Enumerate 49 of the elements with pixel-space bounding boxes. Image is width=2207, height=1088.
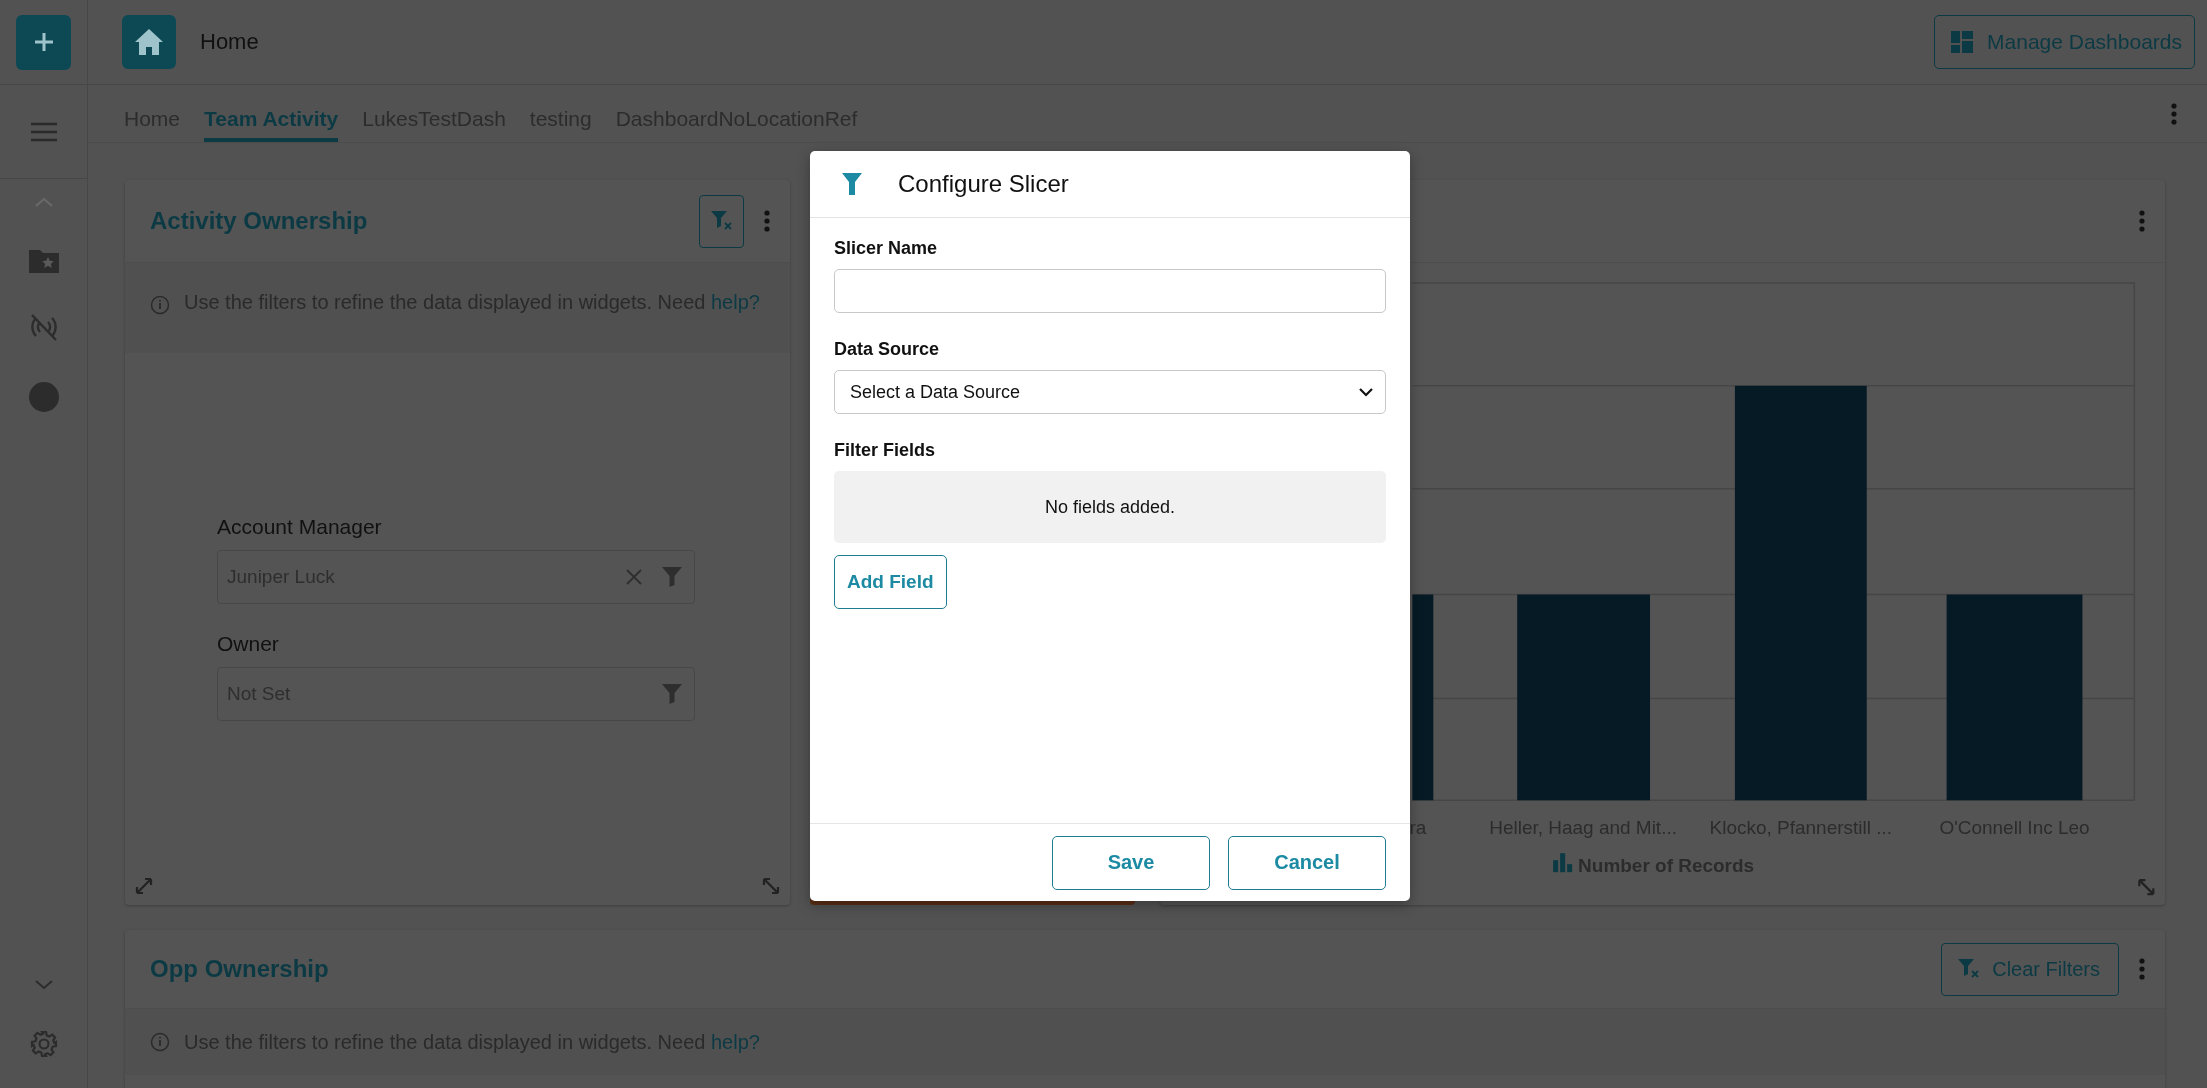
data-source-dropdown[interactable]: Select a Data Source <box>834 370 1386 414</box>
filter-clear-icon <box>1958 959 1981 979</box>
chevron-down-icon[interactable] <box>34 980 53 990</box>
widget-title: Activity Ownership <box>150 207 369 235</box>
save-button[interactable]: Save <box>1052 835 1210 890</box>
filter-label: Account Manager <box>217 515 383 539</box>
home-button[interactable] <box>122 15 176 69</box>
page-title: Home <box>200 29 260 55</box>
widget-title: Opp Ownership <box>150 955 330 983</box>
field-label: Data Source <box>834 339 940 360</box>
filter-icon[interactable] <box>662 567 682 587</box>
bar-chart-icon <box>1553 853 1573 873</box>
dashboard-grid-icon <box>1951 31 1974 53</box>
info-icon <box>150 1032 170 1052</box>
help-link[interactable]: help? <box>710 291 760 313</box>
clear-icon[interactable] <box>626 569 642 585</box>
settings-icon[interactable] <box>29 1030 58 1058</box>
filter-label: Owner <box>217 632 280 656</box>
more-options-icon[interactable] <box>764 210 770 232</box>
menu-icon[interactable] <box>30 121 57 142</box>
more-options-icon[interactable] <box>2171 102 2177 125</box>
signal-off-icon[interactable] <box>28 313 59 341</box>
dialog-title: Configure Slicer <box>898 170 1069 198</box>
info-icon <box>150 295 170 315</box>
dashboard-tab[interactable]: Team Activity <box>204 85 339 142</box>
field-label: Slicer Name <box>834 238 938 259</box>
field-label: Filter Fields <box>834 440 936 461</box>
more-options-icon[interactable] <box>2139 209 2145 232</box>
chevron-down-icon <box>1359 387 1373 397</box>
help-link[interactable]: help? <box>710 1031 760 1053</box>
circle-icon[interactable] <box>27 381 60 413</box>
clear-filters-button[interactable]: Clear Filters <box>1941 942 2119 996</box>
clear-filter-button[interactable] <box>699 194 744 248</box>
filter-icon <box>842 173 862 195</box>
resize-icon[interactable] <box>2138 878 2155 896</box>
manage-dashboards-button[interactable]: Manage Dashboards <box>1934 15 2195 69</box>
chevron-up-icon[interactable] <box>34 197 53 207</box>
empty-fields-message: No fields added. <box>834 471 1386 543</box>
more-options-icon[interactable] <box>2139 958 2145 980</box>
expand-icon[interactable] <box>135 877 153 895</box>
add-field-button[interactable]: Add Field <box>834 555 947 609</box>
slicer-name-field[interactable] <box>834 269 1386 313</box>
add-button[interactable] <box>16 14 71 70</box>
home-icon <box>134 28 164 56</box>
cancel-button[interactable]: Cancel <box>1228 835 1386 890</box>
folder-star-icon[interactable] <box>28 247 59 273</box>
resize-icon[interactable] <box>762 877 780 895</box>
filter-clear-icon <box>710 211 733 231</box>
filter-icon[interactable] <box>662 684 682 704</box>
